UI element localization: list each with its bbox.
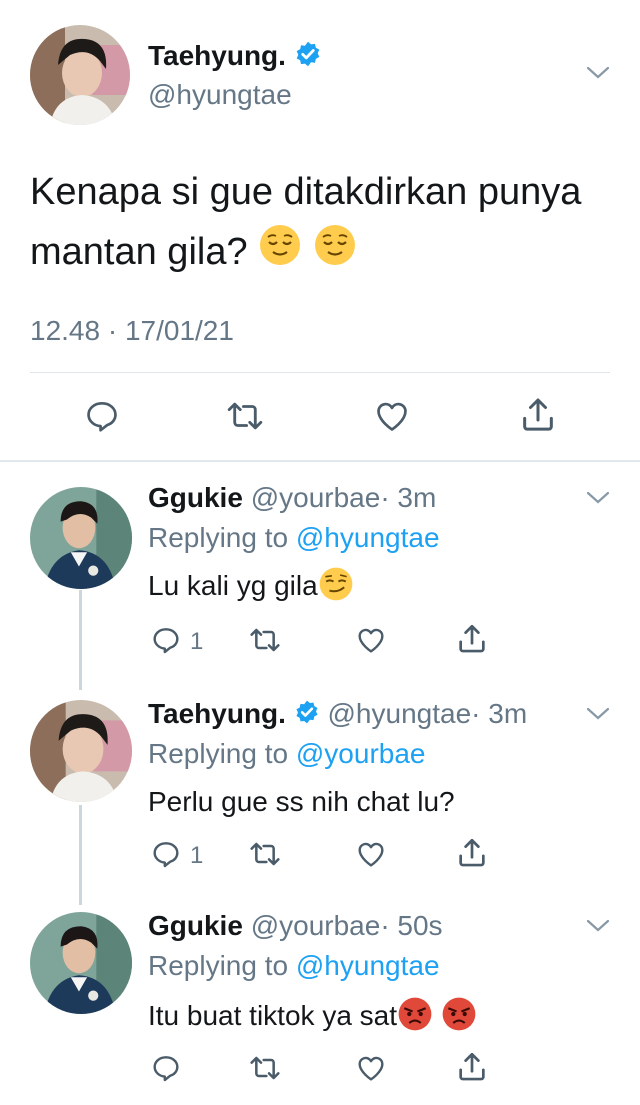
retweet-icon[interactable] (245, 624, 285, 656)
reply-icon[interactable] (83, 397, 121, 435)
reply-handle[interactable]: @yourbae (251, 910, 381, 941)
chevron-down-icon[interactable] (584, 704, 612, 724)
reply-display-name[interactable]: Taehyung. (148, 698, 286, 729)
share-icon[interactable] (455, 836, 489, 870)
reply-header: Taehyung. @hyungtae· 3m (148, 698, 527, 732)
like-heart-icon[interactable] (372, 397, 412, 435)
reply-handle[interactable]: @hyungtae (328, 698, 472, 729)
share-icon[interactable] (518, 395, 558, 435)
like-heart-icon[interactable] (354, 838, 388, 870)
reply-time[interactable]: · 3m (471, 698, 527, 729)
chevron-down-icon[interactable] (584, 488, 612, 508)
thread-connector-line (79, 805, 82, 905)
relieved-face-emoji (313, 223, 357, 285)
relieved-face-emoji (258, 223, 302, 285)
avatar-taehyung[interactable] (30, 700, 132, 802)
share-icon[interactable] (455, 622, 489, 656)
reply-header: Ggukie @yourbae· 50s (148, 910, 443, 942)
retweet-icon[interactable] (245, 1052, 285, 1084)
avatar-ggukie[interactable] (30, 487, 132, 589)
retweet-icon[interactable] (245, 838, 285, 870)
replying-to-line: Replying to @yourbae (148, 738, 426, 769)
verified-badge-icon (294, 40, 322, 75)
reply-display-name[interactable]: Ggukie (148, 910, 243, 941)
reply-icon[interactable] (150, 1052, 182, 1084)
reply-text: Lu kali yg gila (148, 566, 354, 609)
thread-connector-line (79, 590, 82, 690)
reply-time[interactable]: · 50s (380, 910, 442, 941)
main-tweet-text: Kenapa si gue ditakdirkan punya mantan g… (30, 162, 620, 285)
verified-badge-icon (294, 699, 320, 732)
reply-count: 1 (190, 628, 204, 655)
pouting-face-emoji (441, 996, 477, 1039)
reply-count: 1 (190, 842, 204, 869)
replying-to-link[interactable]: @hyungtae (296, 522, 440, 553)
reply-text: Perlu gue ss nih chat lu? (148, 786, 455, 817)
retweet-icon[interactable] (222, 397, 268, 435)
main-handle[interactable]: @hyungtae (148, 79, 292, 111)
replying-to-link[interactable]: @yourbae (296, 738, 426, 769)
reply-handle[interactable]: @yourbae (251, 482, 381, 513)
section-divider (0, 460, 640, 462)
pouting-face-emoji (397, 996, 433, 1039)
chevron-down-icon[interactable] (584, 916, 612, 936)
replying-to-line: Replying to @hyungtae (148, 522, 440, 553)
replying-to-link[interactable]: @hyungtae (296, 950, 440, 981)
chevron-down-icon[interactable] (584, 63, 612, 83)
reply-header: Ggukie @yourbae· 3m (148, 482, 436, 514)
reply-time[interactable]: · 3m (380, 482, 436, 513)
like-heart-icon[interactable] (354, 1052, 388, 1084)
replying-to-line: Replying to @hyungtae (148, 950, 440, 981)
reply-display-name[interactable]: Ggukie (148, 482, 243, 513)
main-timestamp[interactable]: 12.48 · 17/01/21 (30, 315, 234, 347)
reply-text: Itu buat tiktok ya sat (148, 996, 477, 1039)
divider (30, 372, 610, 373)
reply-icon[interactable] (150, 624, 182, 656)
smirking-face-emoji (318, 566, 354, 609)
reply-icon[interactable] (150, 838, 182, 870)
avatar-taehyung[interactable] (30, 25, 130, 125)
main-display-name: Taehyung. (148, 40, 322, 75)
like-heart-icon[interactable] (354, 624, 388, 656)
avatar-ggukie[interactable] (30, 912, 132, 1014)
share-icon[interactable] (455, 1050, 489, 1084)
